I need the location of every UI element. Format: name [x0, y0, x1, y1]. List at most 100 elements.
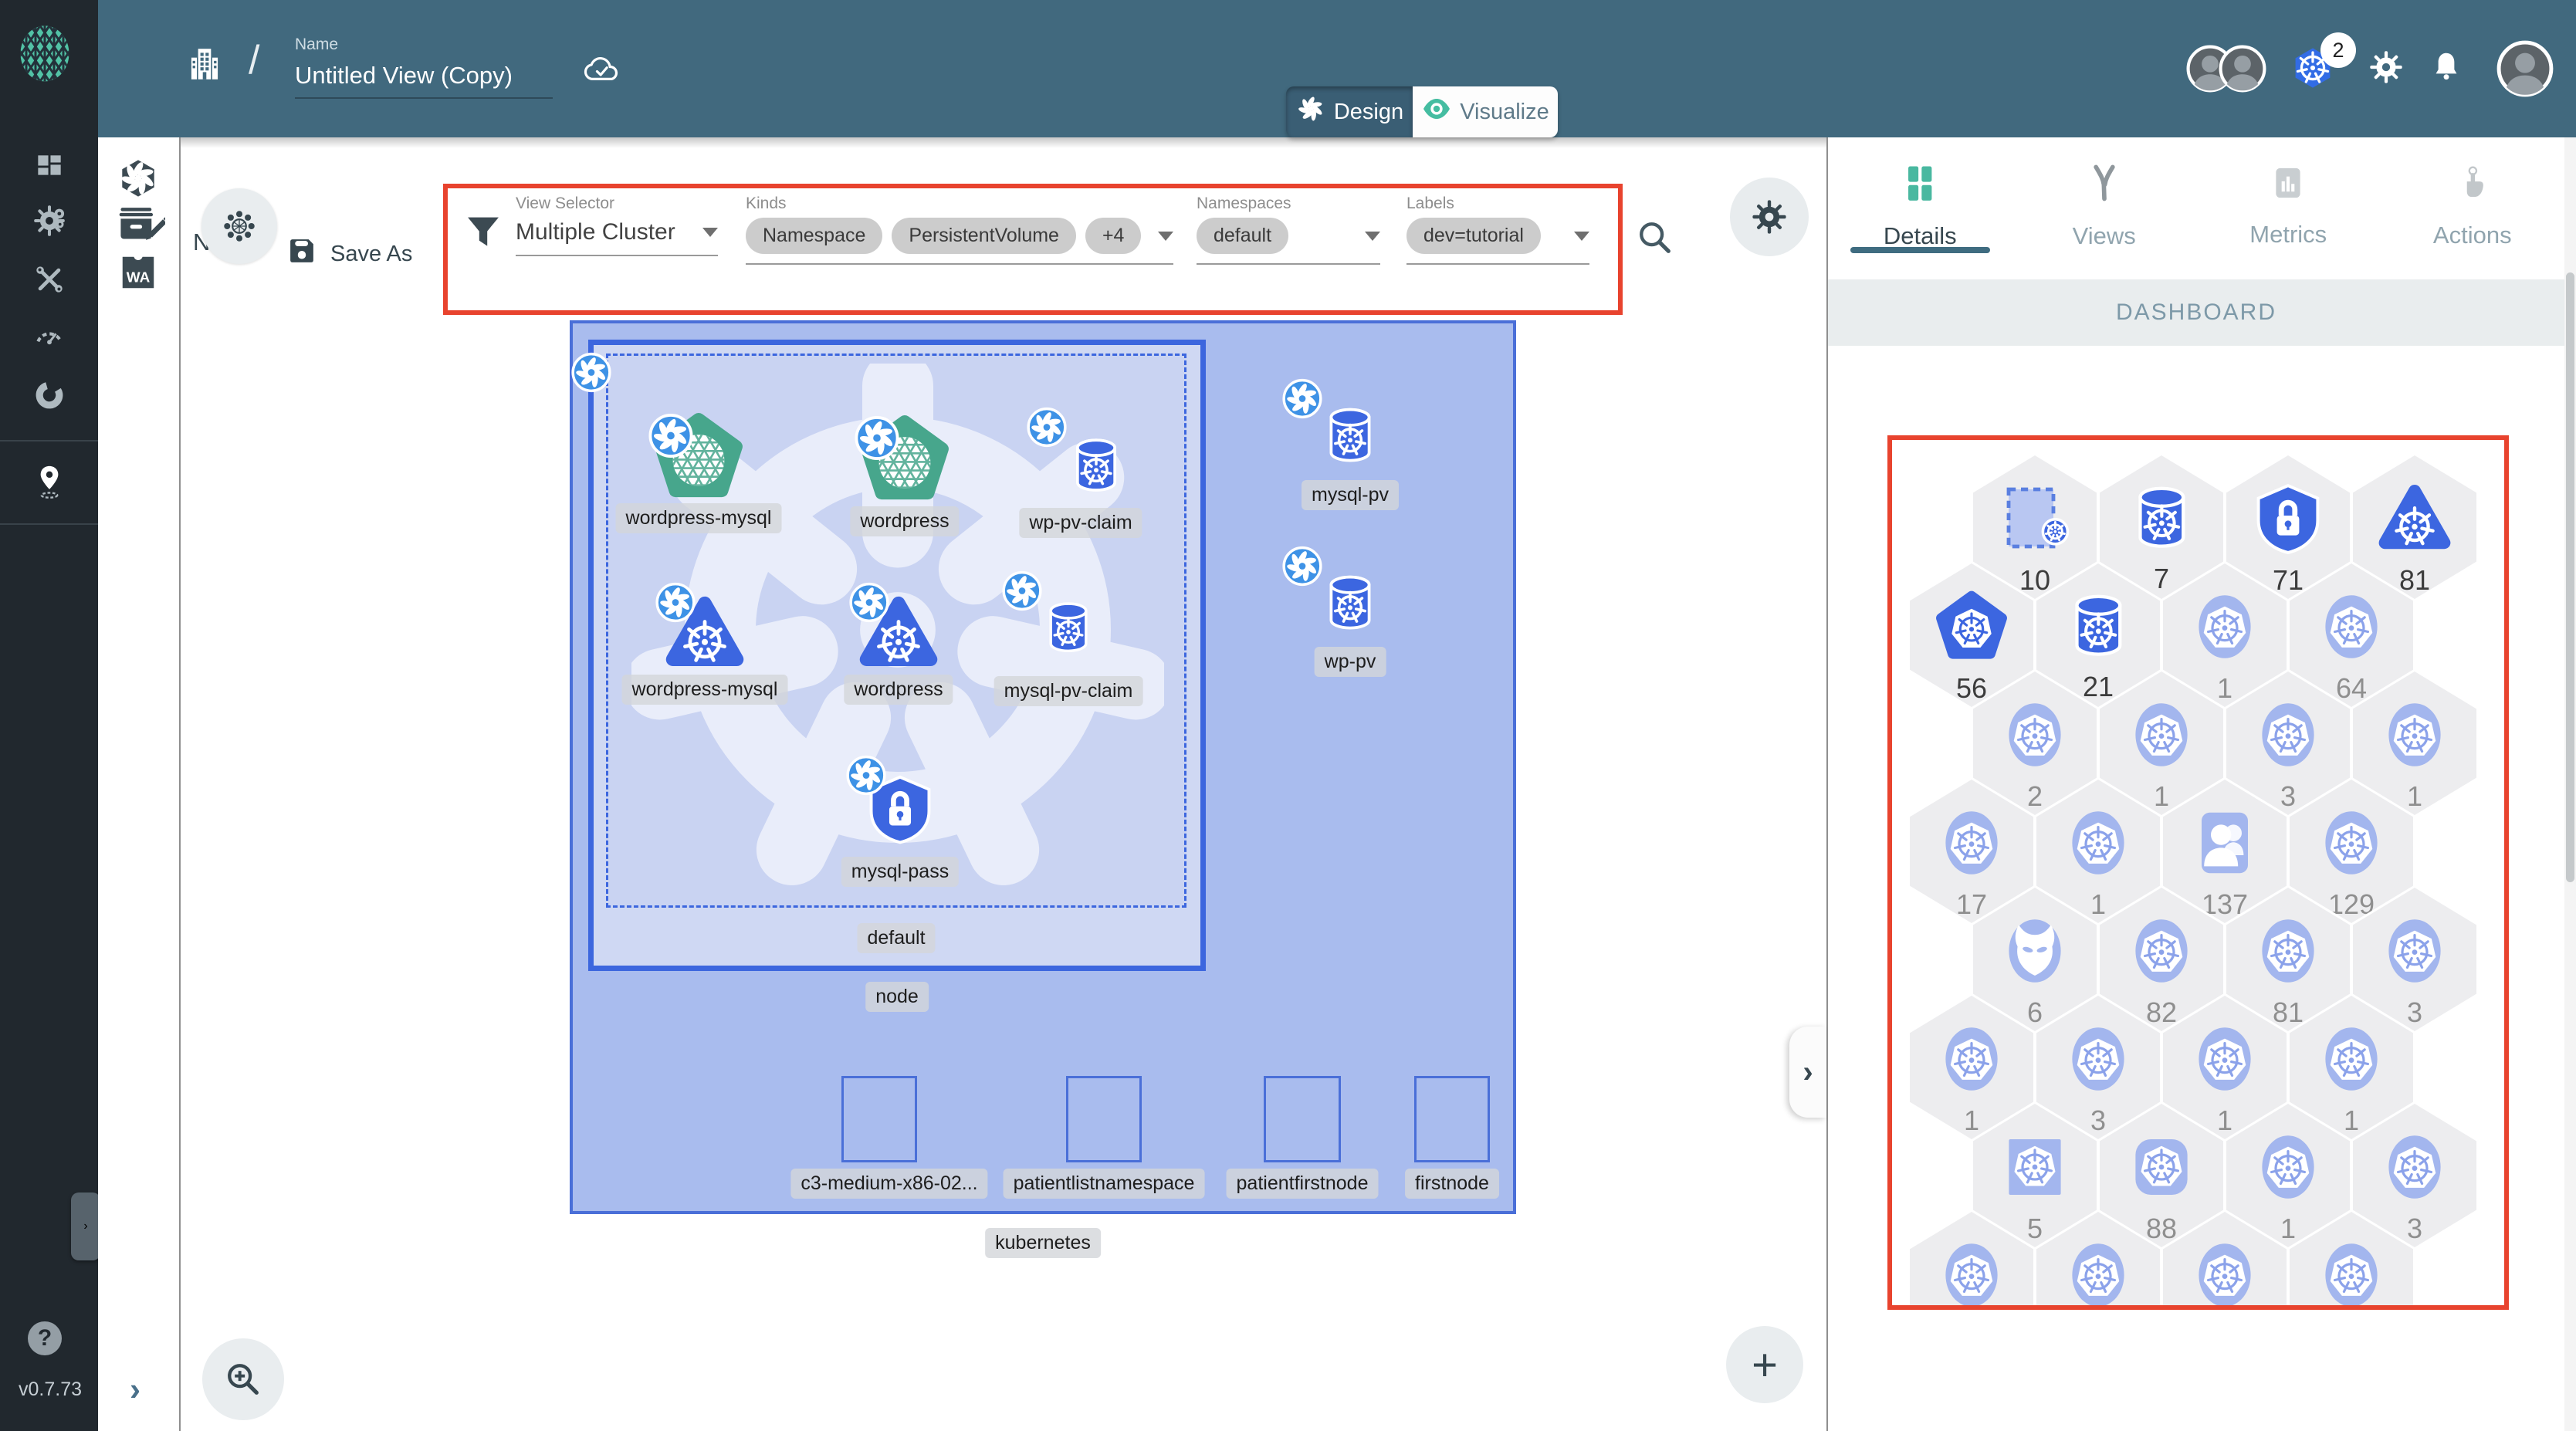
node-name-label: wp-pv: [1314, 647, 1386, 677]
rail-divider: [0, 523, 98, 525]
design-pinwheel-icon: [1295, 93, 1326, 130]
hex-count: 1: [2216, 1105, 2233, 1136]
search-icon[interactable]: [1635, 218, 1675, 262]
chevron-down-icon[interactable]: [1158, 231, 1173, 241]
add-button[interactable]: +: [1726, 1326, 1803, 1403]
cloud-saved-icon: [581, 51, 624, 90]
save-as-button[interactable]: Save As: [286, 235, 412, 273]
gutter-expand-chevron[interactable]: ›: [130, 1371, 140, 1408]
oval-icon: [2314, 1022, 2388, 1100]
hex-count: 1: [2406, 780, 2423, 812]
organization-icon[interactable]: [185, 45, 224, 87]
machine-node[interactable]: [1066, 1076, 1142, 1162]
rail-expand-button[interactable]: ›: [71, 1192, 100, 1260]
hex-count: 1: [2280, 1213, 2297, 1244]
hex-count: 3: [2406, 1213, 2423, 1244]
canvas-settings-button[interactable]: [1730, 178, 1809, 256]
tab-metrics[interactable]: Metrics: [2196, 137, 2381, 273]
design-tab[interactable]: Design: [1286, 86, 1413, 137]
hex-count: 21: [2082, 671, 2114, 703]
gutter-item-catalog-edit[interactable]: [117, 202, 169, 245]
tab-label: Details: [1883, 222, 1957, 249]
hex-count: 56: [1955, 672, 1988, 704]
visualize-tab[interactable]: Visualize: [1413, 86, 1558, 137]
namespace-icon: [1998, 482, 2072, 560]
tab-views[interactable]: Views: [2012, 137, 2197, 273]
mode-toggle: Design Visualize: [1286, 86, 1558, 137]
gutter-item-wasm-wa[interactable]: WA: [117, 252, 161, 295]
filter-label: Labels: [1406, 195, 1454, 212]
sidebar-item-dashboard[interactable]: [31, 148, 68, 185]
filter-chip[interactable]: Namespace: [746, 218, 883, 254]
breadcrumb-separator: /: [249, 38, 260, 83]
filter-group-kinds[interactable]: Kinds Namespace PersistentVolume +4: [746, 195, 1173, 265]
oval-icon: [2314, 1238, 2388, 1305]
pv-node[interactable]: [1323, 571, 1376, 639]
app-logo-icon[interactable]: [17, 22, 73, 90]
oval-icon: [2378, 914, 2452, 992]
node-name-label: wordpress: [850, 506, 960, 536]
filter-chip[interactable]: PersistentVolume: [892, 218, 1076, 254]
tool-gutter: [98, 137, 180, 1431]
zoom-in-button[interactable]: [202, 1338, 284, 1420]
view-selector-value: Multiple Cluster: [516, 219, 675, 245]
hex-count: 64: [2335, 672, 2368, 704]
chevron-down-icon[interactable]: [1574, 231, 1589, 241]
pvc-node[interactable]: [1044, 598, 1093, 661]
header-settings-icon[interactable]: [2368, 49, 2404, 89]
tab-details[interactable]: Details: [1828, 137, 2012, 273]
oval-icon: [2124, 914, 2199, 992]
secret-icon: [2251, 482, 2325, 560]
hex-count: 6: [2026, 996, 2043, 1028]
notifications-bell-icon[interactable]: [2429, 49, 2464, 89]
view-name-input[interactable]: [295, 59, 553, 99]
new-view-button[interactable]: [201, 188, 277, 264]
oval-icon: [2061, 1238, 2135, 1305]
pv-node[interactable]: [1323, 404, 1376, 472]
operator-badge-icon: [1002, 570, 1042, 615]
user-avatar[interactable]: [2496, 40, 2554, 101]
volume-icon: [2131, 482, 2192, 558]
filter-chip[interactable]: dev=tutorial: [1406, 218, 1541, 254]
bars-icon: [2269, 163, 2307, 207]
hex-count: 81: [2398, 564, 2431, 596]
gutter-divider: [179, 137, 181, 1431]
sidebar-item-mesh-location[interactable]: [31, 463, 68, 500]
sidebar-item-extensions[interactable]: [31, 377, 68, 414]
chevron-down-icon[interactable]: [1365, 231, 1380, 241]
filter-group-namespaces[interactable]: Namespaces default: [1197, 195, 1380, 265]
hex-count: 137: [2201, 888, 2249, 920]
help-button[interactable]: ?: [28, 1321, 62, 1355]
hex-count: 10: [2019, 564, 2051, 596]
sidebar-item-configuration[interactable]: [31, 261, 68, 298]
filter-label: Namespaces: [1197, 195, 1291, 212]
filter-chip[interactable]: default: [1197, 218, 1289, 254]
panel-scrollbar-thumb[interactable]: [2566, 272, 2574, 882]
sidebar-item-lifecycle[interactable]: [31, 202, 68, 239]
hex-count: 129: [2327, 888, 2375, 920]
node-name-label: wordpress: [844, 675, 953, 705]
gutter-item-design-pinwheel[interactable]: [117, 157, 161, 201]
collaborator-avatar[interactable]: [2219, 45, 2266, 96]
tab-actions[interactable]: Actions: [2381, 137, 2565, 273]
filter-chip[interactable]: +4: [1085, 218, 1142, 254]
machine-node[interactable]: [1264, 1076, 1341, 1162]
view-selector-select[interactable]: View Selector Multiple Cluster: [516, 195, 718, 256]
panel-collapse-handle[interactable]: ›: [1789, 1027, 1826, 1118]
pvc-node[interactable]: [1070, 435, 1122, 502]
oval-icon: [2378, 698, 2452, 776]
filter-group-labels[interactable]: Labels dev=tutorial: [1406, 195, 1589, 265]
underline: [746, 263, 1173, 265]
view-selector-label: View Selector: [516, 195, 615, 212]
square-icon: [1998, 1130, 2072, 1208]
resource-hex-grid: 10 7 71 81 56 21 1 64 2 1 3 1 17 1 137 129 6 82 81 3 1 3 1 1 5 88…: [1892, 440, 2504, 1305]
roundsquare-icon: [2124, 1130, 2199, 1208]
machine-node[interactable]: [841, 1076, 917, 1162]
context-count-badge: 2: [2320, 32, 2356, 68]
sidebar-item-performance[interactable]: [31, 318, 68, 355]
volume-icon: [2068, 590, 2129, 666]
machine-node[interactable]: [1414, 1076, 1490, 1162]
active-tab-underline: [1850, 247, 1990, 253]
hex-count: 88: [2145, 1213, 2178, 1244]
hex-count: 3: [2406, 996, 2423, 1028]
